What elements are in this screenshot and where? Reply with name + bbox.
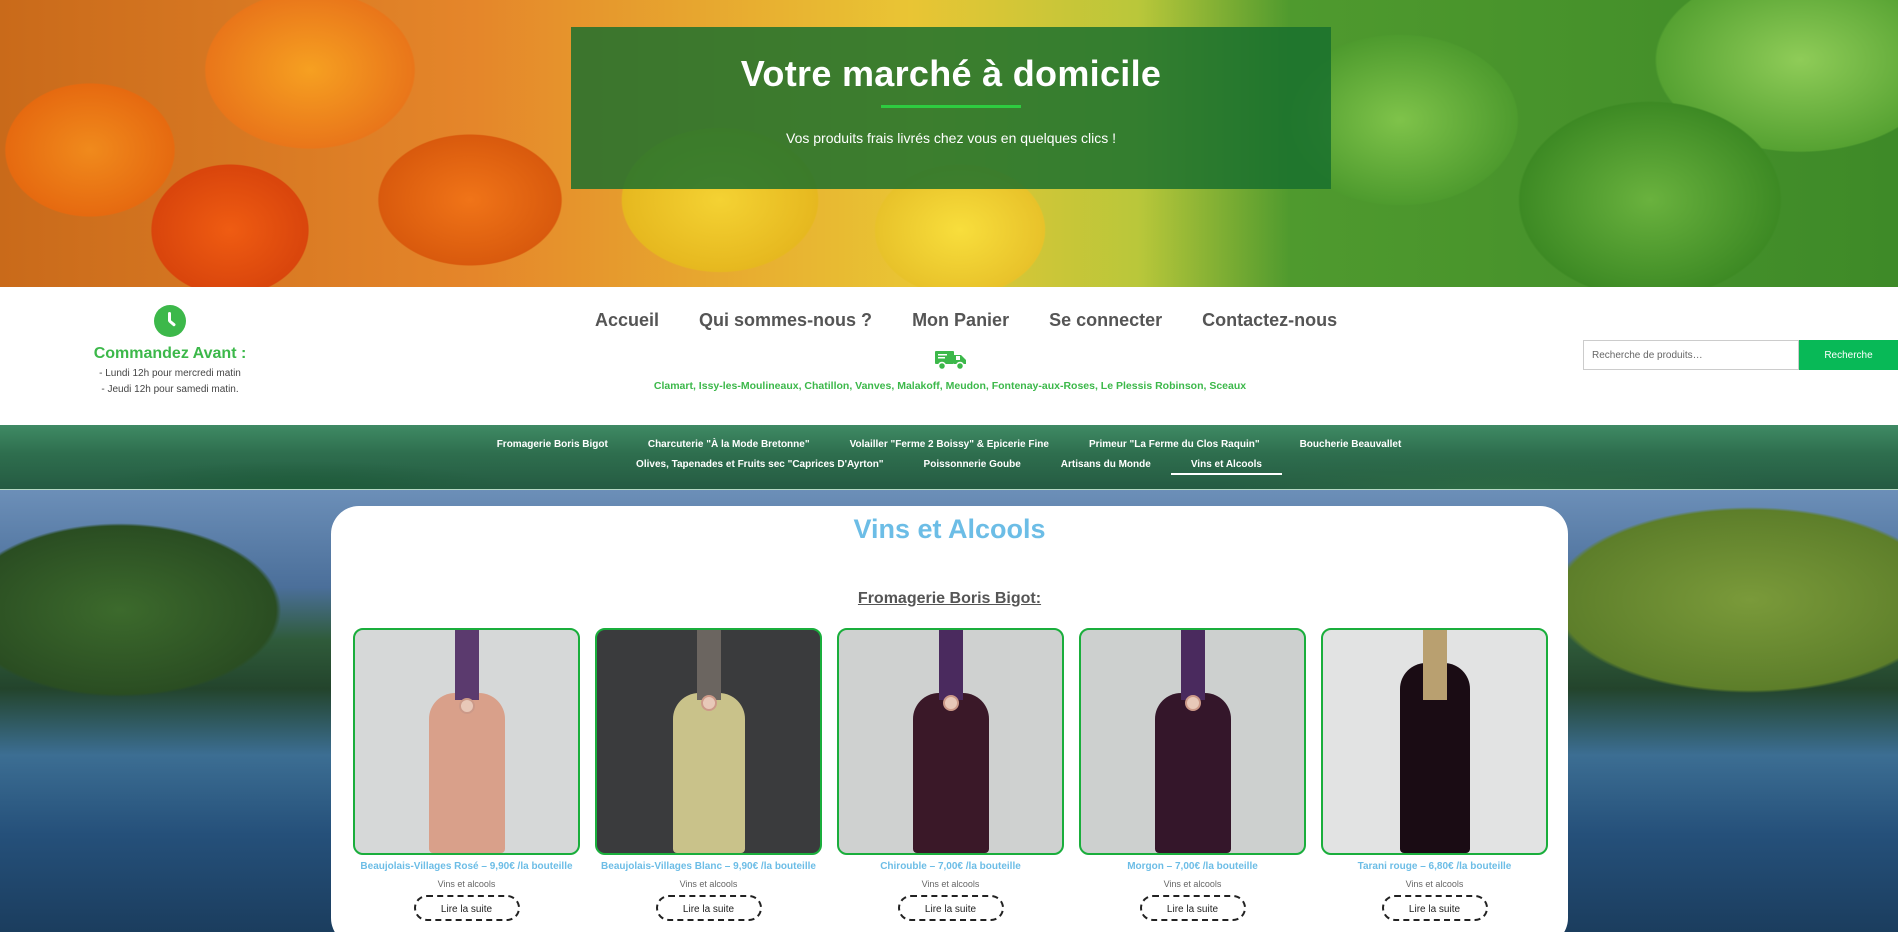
read-more-button[interactable]: Lire la suite xyxy=(1139,895,1246,921)
product-image[interactable] xyxy=(1079,628,1306,855)
product-category: Vins et alcools xyxy=(437,879,496,889)
delivery-cities: Clamart, Issy-les-Moulineaux, Chatillon,… xyxy=(653,380,1247,392)
bottle-capsule xyxy=(696,630,721,700)
product-name[interactable]: Morgon – 7,00€ /la bouteille xyxy=(1079,861,1306,872)
nav-about[interactable]: Qui sommes-nous ? xyxy=(679,310,892,331)
main-nav: Accueil Qui sommes-nous ? Mon Panier Se … xyxy=(575,310,1357,331)
order-title: Commandez Avant : xyxy=(93,345,247,362)
search-input[interactable] xyxy=(1583,340,1799,370)
category-poissonnerie[interactable]: Poissonnerie Goube xyxy=(904,459,1041,475)
bottle-capsule xyxy=(938,630,963,700)
nav-login[interactable]: Se connecter xyxy=(1029,310,1182,331)
product-name[interactable]: Tarani rouge – 6,80€ /la bouteille xyxy=(1321,861,1548,872)
bottle-seal xyxy=(458,698,475,714)
product-grid: Beaujolais-Villages Rosé – 9,90€ /la bou… xyxy=(353,628,1548,921)
hero-divider xyxy=(881,105,1021,108)
product-card: Beaujolais-Villages Rosé – 9,90€ /la bou… xyxy=(353,628,580,921)
product-card: Tarani rouge – 6,80€ /la bouteille Vins e… xyxy=(1321,628,1548,921)
category-row-1: Fromagerie Boris Bigot Charcuterie "À la… xyxy=(0,439,1898,450)
bottle-body xyxy=(1154,693,1231,853)
product-search: Recherche xyxy=(1583,340,1898,370)
category-olives[interactable]: Olives, Tapenades et Fruits sec "Caprice… xyxy=(616,459,904,475)
bottle-seal xyxy=(942,695,959,711)
content-panel: Vins et Alcools Fromagerie Boris Bigot: … xyxy=(331,506,1568,946)
hero-subtitle: Vos produits frais livrés chez vous en q… xyxy=(786,130,1116,146)
bottle-capsule xyxy=(454,630,479,700)
read-more-button[interactable]: Lire la suite xyxy=(655,895,762,921)
product-category: Vins et alcools xyxy=(1163,879,1222,889)
product-category: Vins et alcools xyxy=(921,879,980,889)
truck-icon xyxy=(935,351,966,371)
bottle-seal xyxy=(1184,695,1201,711)
bottle-body xyxy=(912,693,989,853)
hero-title: Votre marché à domicile xyxy=(740,53,1162,94)
order-line-1: - Lundi 12h pour mercredi matin xyxy=(99,368,241,379)
clock-icon xyxy=(154,305,186,337)
page-title: Vins et Alcools xyxy=(853,514,1046,544)
product-image[interactable] xyxy=(837,628,1064,855)
category-fromagerie[interactable]: Fromagerie Boris Bigot xyxy=(477,439,628,450)
category-volailler[interactable]: Volailler "Ferme 2 Boissy" & Epicerie Fi… xyxy=(830,439,1069,450)
product-name[interactable]: Beaujolais-Villages Rosé – 9,90€ /la bou… xyxy=(353,861,580,872)
read-more-button[interactable]: Lire la suite xyxy=(1381,895,1488,921)
read-more-button[interactable]: Lire la suite xyxy=(413,895,520,921)
category-row-2: Olives, Tapenades et Fruits sec "Caprice… xyxy=(0,459,1898,475)
bottle-capsule xyxy=(1180,630,1205,700)
nav-contact[interactable]: Contactez-nous xyxy=(1182,310,1357,331)
category-boucherie[interactable]: Boucherie Beauvallet xyxy=(1280,439,1422,450)
hero-box: Votre marché à domicile Vos produits fra… xyxy=(571,27,1331,189)
product-image[interactable] xyxy=(1321,628,1548,855)
nav-home[interactable]: Accueil xyxy=(575,310,679,331)
bottle-capsule xyxy=(1422,630,1447,700)
order-deadline-block: Commandez Avant : - Lundi 12h pour mercr… xyxy=(70,305,270,395)
bottle-seal xyxy=(700,695,717,711)
hero-banner: Votre marché à domicile Vos produits fra… xyxy=(0,0,1898,287)
product-image[interactable] xyxy=(353,628,580,855)
product-category: Vins et alcools xyxy=(679,879,738,889)
product-card: Beaujolais-Villages Blanc – 9,90€ /la bo… xyxy=(595,628,822,921)
order-line-2: - Jeudi 12h pour samedi matin. xyxy=(101,384,239,395)
product-category: Vins et alcools xyxy=(1405,879,1464,889)
bottle-body xyxy=(672,693,745,853)
product-image[interactable] xyxy=(595,628,822,855)
category-primeur[interactable]: Primeur "La Ferme du Clos Raquin" xyxy=(1069,439,1280,450)
product-card: Chirouble – 7,00€ /la bouteille Vins et a… xyxy=(837,628,1064,921)
section-title: Fromagerie Boris Bigot: xyxy=(857,590,1042,607)
header: Commandez Avant : - Lundi 12h pour mercr… xyxy=(0,287,1898,425)
read-more-button[interactable]: Lire la suite xyxy=(897,895,1004,921)
category-vins-active[interactable]: Vins et Alcools xyxy=(1170,459,1282,475)
product-name[interactable]: Beaujolais-Villages Blanc – 9,90€ /la bo… xyxy=(595,861,822,872)
bottle-body xyxy=(428,693,505,853)
category-bar: Fromagerie Boris Bigot Charcuterie "À la… xyxy=(0,425,1898,490)
category-charcuterie[interactable]: Charcuterie "À la Mode Bretonne" xyxy=(628,439,830,450)
nav-cart[interactable]: Mon Panier xyxy=(892,310,1029,331)
product-card: Morgon – 7,00€ /la bouteille Vins et alco… xyxy=(1079,628,1306,921)
search-button[interactable]: Recherche xyxy=(1799,340,1898,370)
category-artisans[interactable]: Artisans du Monde xyxy=(1041,459,1171,475)
product-name[interactable]: Chirouble – 7,00€ /la bouteille xyxy=(837,861,1064,872)
